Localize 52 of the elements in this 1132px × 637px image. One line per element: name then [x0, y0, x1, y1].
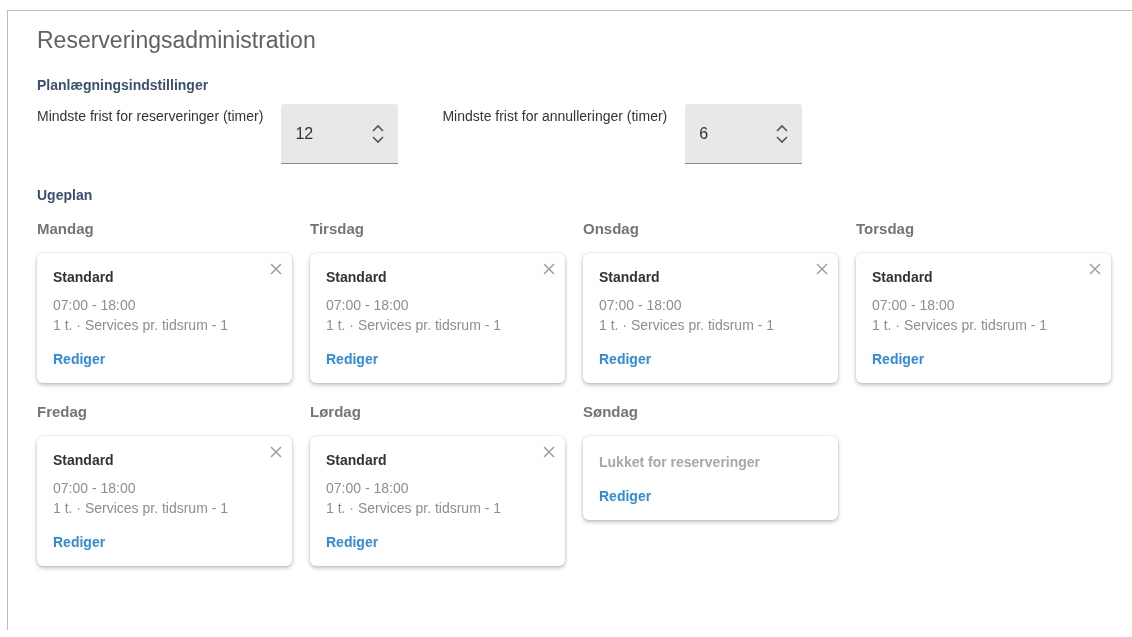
day-name: Mandag	[37, 220, 94, 237]
card-title: Standard	[326, 269, 387, 285]
close-icon[interactable]	[543, 263, 555, 275]
section-heading: Planlægningsindstillinger	[37, 77, 209, 93]
card-title: Standard	[326, 452, 387, 468]
edit-link[interactable]: Rediger	[599, 351, 652, 367]
card-title: Standard	[53, 452, 114, 468]
edit-link[interactable]: Rediger	[53, 351, 106, 367]
slot-details: 1 t. · Services pr. tidsrum - 1	[53, 499, 229, 518]
page-title: Reserveringsadministration	[37, 27, 316, 54]
slot-details: 1 t. · Services pr. tidsrum - 1	[872, 316, 1048, 335]
time-range: 07:00 - 18:00	[53, 479, 136, 498]
close-icon[interactable]	[1089, 263, 1101, 275]
close-icon[interactable]	[270, 446, 282, 458]
chevron-down-icon[interactable]	[776, 135, 789, 144]
time-range: 07:00 - 18:00	[326, 296, 409, 315]
section-heading: Ugeplan	[37, 187, 93, 203]
closed-message: Lukket for reserveringer	[599, 453, 761, 472]
chevron-down-icon[interactable]	[372, 135, 385, 144]
card-title: Standard	[599, 269, 660, 285]
field-value: 12	[295, 124, 314, 143]
close-icon[interactable]	[270, 263, 282, 275]
day-name: Søndag	[583, 403, 638, 420]
day-name: Onsdag	[583, 220, 639, 237]
slot-details: 1 t. · Services pr. tidsrum - 1	[326, 499, 502, 518]
field-label: Mindste frist for annulleringer (timer)	[442, 108, 668, 124]
slot-details: 1 t. · Services pr. tidsrum - 1	[599, 316, 775, 335]
time-range: 07:00 - 18:00	[872, 296, 955, 315]
time-range: 07:00 - 18:00	[326, 479, 409, 498]
day-name: Tirsdag	[310, 220, 364, 237]
day-name: Lørdag	[310, 403, 361, 420]
card-title: Standard	[872, 269, 933, 285]
edit-link[interactable]: Rediger	[872, 351, 925, 367]
edit-link[interactable]: Rediger	[599, 488, 652, 504]
day-name: Torsdag	[856, 220, 915, 237]
number-field[interactable]: 6	[685, 104, 803, 164]
field-label: Mindste frist for reserveringer (timer)	[37, 108, 264, 124]
chevron-up-icon[interactable]	[372, 123, 385, 132]
day-name: Fredag	[37, 403, 87, 420]
edit-link[interactable]: Rediger	[326, 351, 379, 367]
time-range: 07:00 - 18:00	[599, 296, 682, 315]
card-title: Standard	[53, 269, 114, 285]
edit-link[interactable]: Rediger	[326, 534, 379, 550]
slot-details: 1 t. · Services pr. tidsrum - 1	[53, 316, 229, 335]
field-value: 6	[699, 124, 709, 143]
chevron-up-icon[interactable]	[776, 123, 789, 132]
slot-details: 1 t. · Services pr. tidsrum - 1	[326, 316, 502, 335]
edit-link[interactable]: Rediger	[53, 534, 106, 550]
number-field[interactable]: 12	[281, 104, 399, 164]
close-icon[interactable]	[816, 263, 828, 275]
time-range: 07:00 - 18:00	[53, 296, 136, 315]
close-icon[interactable]	[543, 446, 555, 458]
